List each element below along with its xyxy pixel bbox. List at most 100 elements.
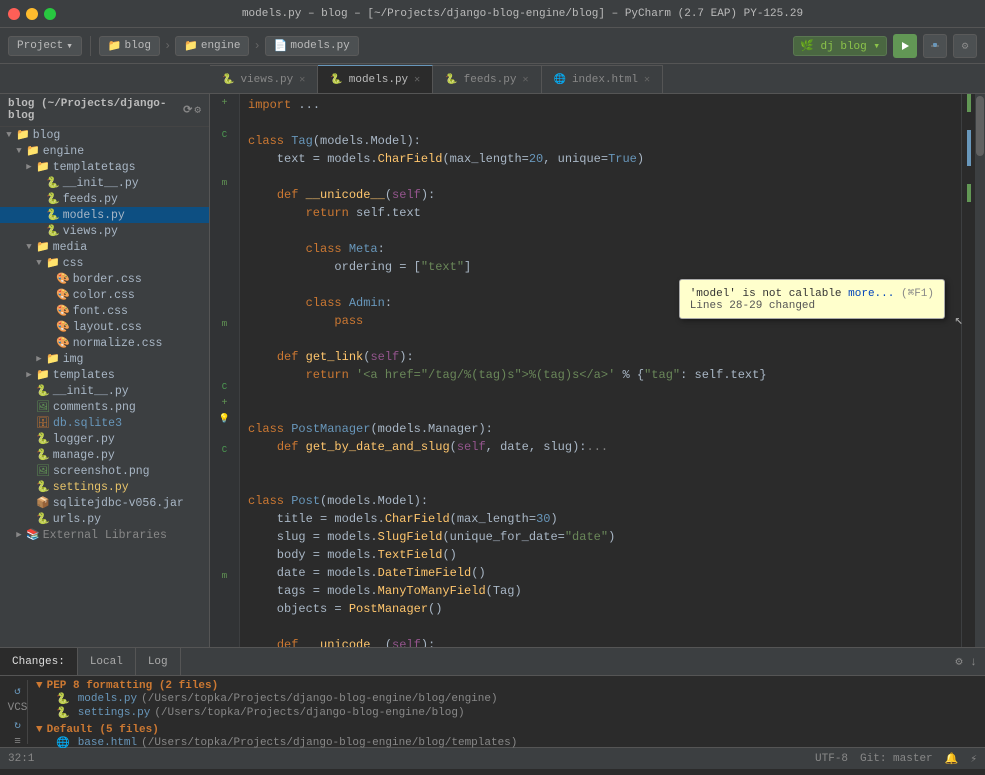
- sidebar-item-db-sqlite3[interactable]: 🗄 db.sqlite3: [0, 415, 209, 431]
- bottom-tab-changes[interactable]: Changes:: [0, 648, 78, 675]
- blog-breadcrumb[interactable]: 📁 blog: [99, 36, 160, 56]
- gutter-line: [210, 553, 239, 569]
- project-button[interactable]: Project ▾: [8, 36, 82, 56]
- maximize-button[interactable]: [44, 8, 56, 20]
- sidebar-item-font-css[interactable]: 🎨 font.css: [0, 303, 209, 319]
- settings-file-link[interactable]: settings.py: [78, 707, 151, 719]
- sqlite-icon: 🗄: [36, 416, 50, 430]
- sidebar-item-label: border.css: [73, 273, 142, 286]
- sidebar-item-sqlite-jar[interactable]: 📦 sqlitejdbc-v056.jar: [0, 495, 209, 511]
- code-line-8: [240, 222, 961, 240]
- minimize-button[interactable]: [26, 8, 38, 20]
- debug-button[interactable]: [923, 34, 947, 58]
- method-icon3: m: [222, 571, 227, 581]
- base-file-path: (/Users/topka/Projects/django-blog-engin…: [141, 737, 517, 748]
- default-header[interactable]: ▼ Default (5 files): [36, 724, 977, 736]
- sidebar-item-img[interactable]: ▶ 📁 img: [0, 351, 209, 367]
- sidebar-item-settings[interactable]: 🐍 settings.py: [0, 479, 209, 495]
- close-button[interactable]: [8, 8, 20, 20]
- pep8-item-models[interactable]: 🐍 models.py (/Users/topka/Projects/djang…: [36, 692, 977, 706]
- sidebar-item-media[interactable]: ▼ 📁 media: [0, 239, 209, 255]
- models-file-link[interactable]: models.py: [78, 693, 137, 705]
- editor-area: + C m m C + 💡 C: [210, 94, 985, 647]
- expand-icon: ▶: [24, 162, 34, 172]
- window-controls[interactable]: [8, 8, 56, 20]
- folder-icon: 📁: [36, 368, 50, 382]
- sync-icon[interactable]: ⟳: [183, 103, 192, 117]
- base-file-link[interactable]: base.html: [78, 737, 137, 748]
- tab-models[interactable]: 🐍 models.py ✕: [318, 65, 433, 93]
- vertical-scrollbar[interactable]: [975, 94, 985, 647]
- tooltip-link[interactable]: more...: [848, 288, 894, 300]
- gutter-line: [210, 254, 239, 270]
- sidebar-item-logger[interactable]: 🐍 logger.py: [0, 431, 209, 447]
- sidebar: blog (~/Projects/django-blog ⟳ ⚙ ▼ 📁 blo…: [0, 94, 210, 647]
- settings-icon[interactable]: ⚙: [194, 103, 201, 117]
- sidebar-item-templates[interactable]: ▶ 📁 templates: [0, 367, 209, 383]
- gutter-line: [210, 584, 239, 600]
- vcs-refresh-icon[interactable]: ↻: [14, 718, 21, 732]
- sidebar-item-comments-png[interactable]: 🖼 comments.png: [0, 399, 209, 415]
- bottom-tab-local[interactable]: Local: [78, 648, 136, 675]
- sidebar-item-manage[interactable]: 🐍 manage.py: [0, 447, 209, 463]
- sidebar-item-border-css[interactable]: 🎨 border.css: [0, 271, 209, 287]
- change-marker-mod2: [962, 148, 975, 166]
- sidebar-item-label: comments.png: [53, 401, 136, 414]
- models-breadcrumb[interactable]: 📄 models.py: [265, 36, 359, 56]
- pep8-item-settings[interactable]: 🐍 settings.py (/Users/topka/Projects/dja…: [36, 706, 977, 720]
- code-editor[interactable]: import ... class Tag(models.Model): text…: [240, 94, 961, 647]
- tab-feeds-close[interactable]: ✕: [522, 74, 528, 86]
- run-button[interactable]: [893, 34, 917, 58]
- sidebar-item-urls[interactable]: 🐍 urls.py: [0, 511, 209, 527]
- tab-views-close[interactable]: ✕: [299, 74, 305, 86]
- code-line-6: def __unicode__(self):: [240, 186, 961, 204]
- pep8-header[interactable]: ▼ PEP 8 formatting (2 files): [36, 680, 977, 692]
- tab-index[interactable]: 🌐 index.html ✕: [542, 65, 664, 93]
- status-notifications[interactable]: 🔔: [945, 752, 959, 766]
- sidebar-item-templatetags[interactable]: ▶ 📁 templatetags: [0, 159, 209, 175]
- engine-breadcrumb[interactable]: 📁 engine: [175, 36, 249, 56]
- fold-icon2[interactable]: +: [221, 398, 227, 409]
- tab-views[interactable]: 🐍 views.py ✕: [210, 65, 318, 93]
- sidebar-item-normalize-css[interactable]: 🎨 normalize.css: [0, 335, 209, 351]
- sidebar-item-init[interactable]: 🐍 __init__.py: [0, 175, 209, 191]
- expand-icon: ▼: [24, 242, 34, 252]
- sidebar-item-external-libs[interactable]: ▶ 📚 External Libraries: [0, 527, 209, 543]
- sidebar-item-screenshot[interactable]: 🖼 screenshot.png: [0, 463, 209, 479]
- fold-icon[interactable]: +: [221, 98, 227, 109]
- settings-button[interactable]: ⚙: [953, 34, 977, 58]
- sidebar-item-label: color.css: [73, 289, 135, 302]
- default-item-base[interactable]: 🌐 base.html (/Users/topka/Projects/djang…: [36, 736, 977, 748]
- status-git[interactable]: Git: master: [860, 753, 933, 765]
- sidebar-item-label: img: [63, 353, 84, 366]
- status-encoding[interactable]: UTF-8: [815, 753, 848, 765]
- sidebar-item-models[interactable]: 🐍 models.py: [0, 207, 209, 223]
- sidebar-item-label: font.css: [73, 305, 128, 318]
- sidebar-item-color-css[interactable]: 🎨 color.css: [0, 287, 209, 303]
- code-line-31: def __unicode__(self):: [240, 636, 961, 647]
- bottom-tab-log[interactable]: Log: [136, 648, 181, 675]
- window-title: models.py – blog – [~/Projects/django-bl…: [68, 8, 977, 20]
- sidebar-item-feeds[interactable]: 🐍 feeds.py: [0, 191, 209, 207]
- method-icon: m: [222, 178, 227, 188]
- tab-index-close[interactable]: ✕: [644, 74, 650, 86]
- chevron-down-icon2: ▾: [873, 41, 880, 53]
- sidebar-actions[interactable]: ⟳ ⚙: [183, 103, 201, 117]
- vcs-expand-icon[interactable]: ≡: [14, 736, 21, 748]
- tab-bar: 🐍 views.py ✕ 🐍 models.py ✕ 🐍 feeds.py ✕ …: [0, 64, 985, 94]
- sidebar-item-layout-css[interactable]: 🎨 layout.css: [0, 319, 209, 335]
- sidebar-item-blog[interactable]: ▼ 📁 blog: [0, 127, 209, 143]
- tab-index-label: index.html: [572, 74, 638, 86]
- sidebar-item-engine[interactable]: ▼ 📁 engine: [0, 143, 209, 159]
- sidebar-item-views[interactable]: 🐍 views.py: [0, 223, 209, 239]
- bulb-icon[interactable]: 💡: [219, 414, 230, 424]
- vcs-icon[interactable]: ↺: [14, 684, 21, 698]
- gutter-line: m: [210, 175, 239, 191]
- py-icon: 🐍: [46, 176, 60, 190]
- sidebar-item-css[interactable]: ▼ 📁 css: [0, 255, 209, 271]
- scrollbar-thumb[interactable]: [976, 96, 984, 156]
- bottom-gear-icon[interactable]: ⚙ ↓: [947, 654, 985, 669]
- tab-models-close[interactable]: ✕: [414, 74, 420, 86]
- sidebar-item-init2[interactable]: 🐍 __init__.py: [0, 383, 209, 399]
- tab-feeds[interactable]: 🐍 feeds.py ✕: [433, 65, 541, 93]
